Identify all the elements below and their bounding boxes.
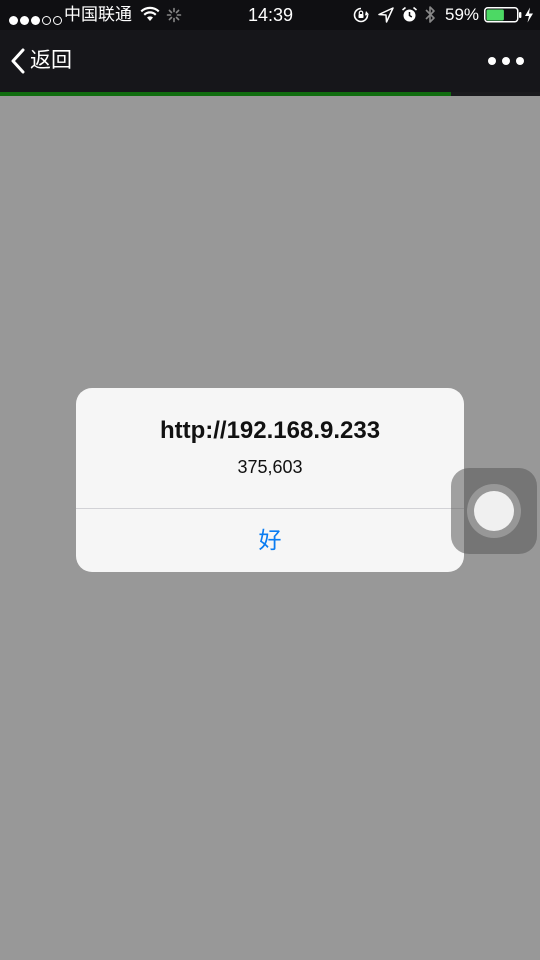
assistive-touch-button[interactable]: [451, 468, 537, 554]
alarm-clock-icon: [401, 6, 418, 28]
battery-percent: 59%: [445, 5, 480, 24]
wifi-icon: [140, 6, 160, 27]
signal-strength-icon: [9, 10, 64, 25]
alert-dialog: http://192.168.9.233 375,603 好: [76, 388, 464, 572]
battery-icon: [484, 7, 522, 28]
bluetooth-icon: [424, 5, 437, 29]
chevron-left-icon: [10, 48, 26, 74]
alert-title: http://192.168.9.233: [159, 417, 381, 444]
more-options-button[interactable]: [486, 48, 526, 74]
carrier-name: 中国联通: [64, 5, 132, 24]
more-dots-icon: [486, 57, 526, 78]
status-time: 14:39: [248, 5, 294, 25]
nav-bar: 返回: [0, 30, 540, 92]
status-bar: 中国联通 14:39 59%: [0, 0, 540, 30]
rotation-lock-icon: [352, 6, 371, 29]
location-arrow-icon: [378, 7, 394, 28]
charging-bolt-icon: [524, 7, 534, 28]
back-button[interactable]: 返回: [10, 30, 100, 92]
alert-ok-button[interactable]: 好: [76, 509, 464, 572]
alert-message: 375,603: [237, 457, 303, 477]
assistive-touch-icon: [467, 484, 521, 538]
back-label: 返回: [30, 49, 72, 72]
loading-spinner-icon: [166, 7, 182, 28]
screen: 中国联通 14:39 59% 返回 http://192.168.9.233 3…: [0, 0, 540, 960]
